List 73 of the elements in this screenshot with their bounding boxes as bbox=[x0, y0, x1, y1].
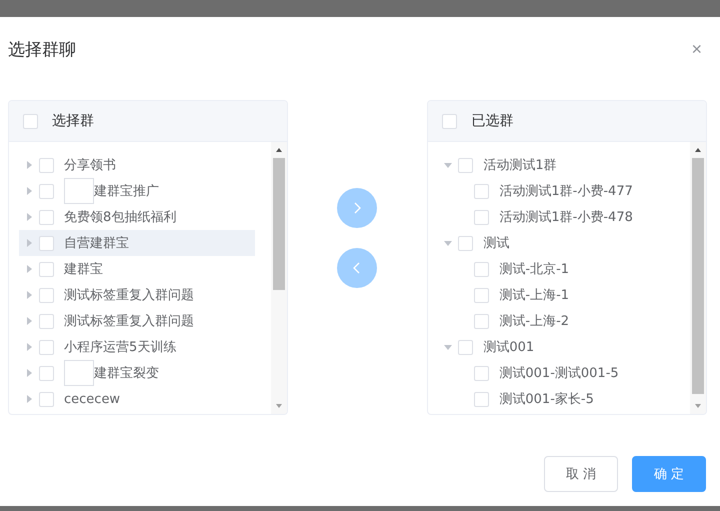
checkbox[interactable] bbox=[39, 392, 54, 406]
tree-row[interactable]: 自营建群宝 bbox=[19, 230, 255, 256]
cancel-button[interactable]: 取 消 bbox=[544, 456, 618, 492]
checkbox[interactable] bbox=[458, 340, 474, 354]
checkbox[interactable] bbox=[39, 158, 54, 172]
scroll-up-icon[interactable] bbox=[274, 146, 283, 154]
tree-item[interactable]: 分享领书 bbox=[64, 156, 116, 174]
tree-item[interactable]: cececew bbox=[64, 392, 120, 406]
caret-icon[interactable] bbox=[25, 161, 33, 169]
checkbox[interactable] bbox=[39, 288, 54, 302]
tree-item[interactable]: 小程序运营5天训练 bbox=[64, 338, 176, 356]
tree-item[interactable]: 免费领8包抽纸福利 bbox=[64, 208, 176, 226]
checkbox[interactable] bbox=[23, 114, 38, 128]
caret-icon[interactable] bbox=[25, 343, 33, 351]
tree-item[interactable]: 测试001-测试001-5 bbox=[499, 364, 619, 382]
caret-icon[interactable] bbox=[25, 265, 33, 273]
tree-item[interactable]: 测试 bbox=[483, 234, 510, 252]
image-placeholder bbox=[64, 360, 94, 386]
tree-item[interactable]: 测试标签重复入群问题 bbox=[64, 312, 194, 330]
tree-item[interactable]: 活动测试1群-小费-478 bbox=[499, 208, 633, 226]
checkbox[interactable] bbox=[458, 158, 474, 172]
checkbox[interactable] bbox=[474, 262, 490, 276]
checkbox[interactable] bbox=[458, 236, 474, 250]
caret-icon[interactable] bbox=[25, 291, 33, 299]
checkbox[interactable] bbox=[474, 288, 490, 302]
scroll-down-icon[interactable] bbox=[274, 402, 283, 410]
panel-title: 已选群 bbox=[471, 112, 514, 130]
tree-item[interactable]: 测试-上海-1 bbox=[499, 286, 570, 304]
close-button[interactable]: × bbox=[687, 38, 706, 60]
move-left-button[interactable] bbox=[337, 248, 378, 288]
caret-icon[interactable] bbox=[25, 213, 33, 221]
checkbox[interactable] bbox=[39, 340, 54, 354]
caret-icon[interactable] bbox=[25, 239, 33, 247]
tree-item[interactable]: 活动测试1群 bbox=[483, 156, 557, 174]
tree-item[interactable]: 活动测试1群-小费-477 bbox=[499, 182, 633, 200]
tree-item[interactable]: 测试-上海-2 bbox=[499, 312, 570, 330]
checkbox[interactable] bbox=[39, 184, 54, 198]
tree-item[interactable]: 测试标签重复入群问题 bbox=[64, 286, 194, 304]
caret-icon[interactable] bbox=[25, 317, 33, 325]
move-right-button[interactable] bbox=[337, 188, 378, 228]
tree-item[interactable]: 测试-北京-1 bbox=[499, 260, 570, 278]
caret-icon[interactable] bbox=[25, 187, 33, 195]
checkbox[interactable] bbox=[474, 366, 490, 380]
dialog-title: 选择群聊 bbox=[8, 38, 76, 60]
checkbox[interactable] bbox=[474, 314, 490, 328]
checkbox[interactable] bbox=[474, 210, 490, 224]
tree-item[interactable]: 建群宝裂变 bbox=[94, 364, 159, 382]
chevron-left-icon bbox=[353, 262, 362, 274]
image-placeholder bbox=[64, 178, 94, 204]
checkbox[interactable] bbox=[39, 366, 54, 380]
chevron-right-icon bbox=[353, 202, 362, 214]
tree-item[interactable]: 自营建群宝 bbox=[64, 234, 129, 252]
checkbox[interactable] bbox=[442, 114, 458, 128]
caret-icon[interactable] bbox=[444, 343, 452, 351]
caret-icon[interactable] bbox=[444, 239, 452, 247]
checkbox[interactable] bbox=[39, 262, 54, 276]
caret-icon[interactable] bbox=[25, 395, 33, 403]
checkbox[interactable] bbox=[39, 314, 54, 328]
panel-title: 选择群 bbox=[52, 112, 94, 130]
checkbox[interactable] bbox=[474, 184, 490, 198]
scrollbar[interactable] bbox=[270, 142, 287, 414]
tree-item[interactable]: 建群宝推广 bbox=[94, 182, 159, 200]
scrollbar[interactable] bbox=[690, 142, 706, 414]
tree-item[interactable]: 建群宝 bbox=[64, 260, 103, 278]
tree-item[interactable]: 测试001-家长-5 bbox=[499, 390, 594, 408]
caret-icon[interactable] bbox=[444, 161, 452, 169]
scroll-down-icon[interactable] bbox=[694, 402, 702, 410]
checkbox[interactable] bbox=[39, 210, 54, 224]
caret-icon[interactable] bbox=[25, 369, 33, 377]
checkbox[interactable] bbox=[39, 236, 54, 250]
checkbox[interactable] bbox=[474, 392, 490, 406]
tree-item[interactable]: 测试001 bbox=[483, 338, 534, 356]
scroll-up-icon[interactable] bbox=[694, 146, 702, 154]
